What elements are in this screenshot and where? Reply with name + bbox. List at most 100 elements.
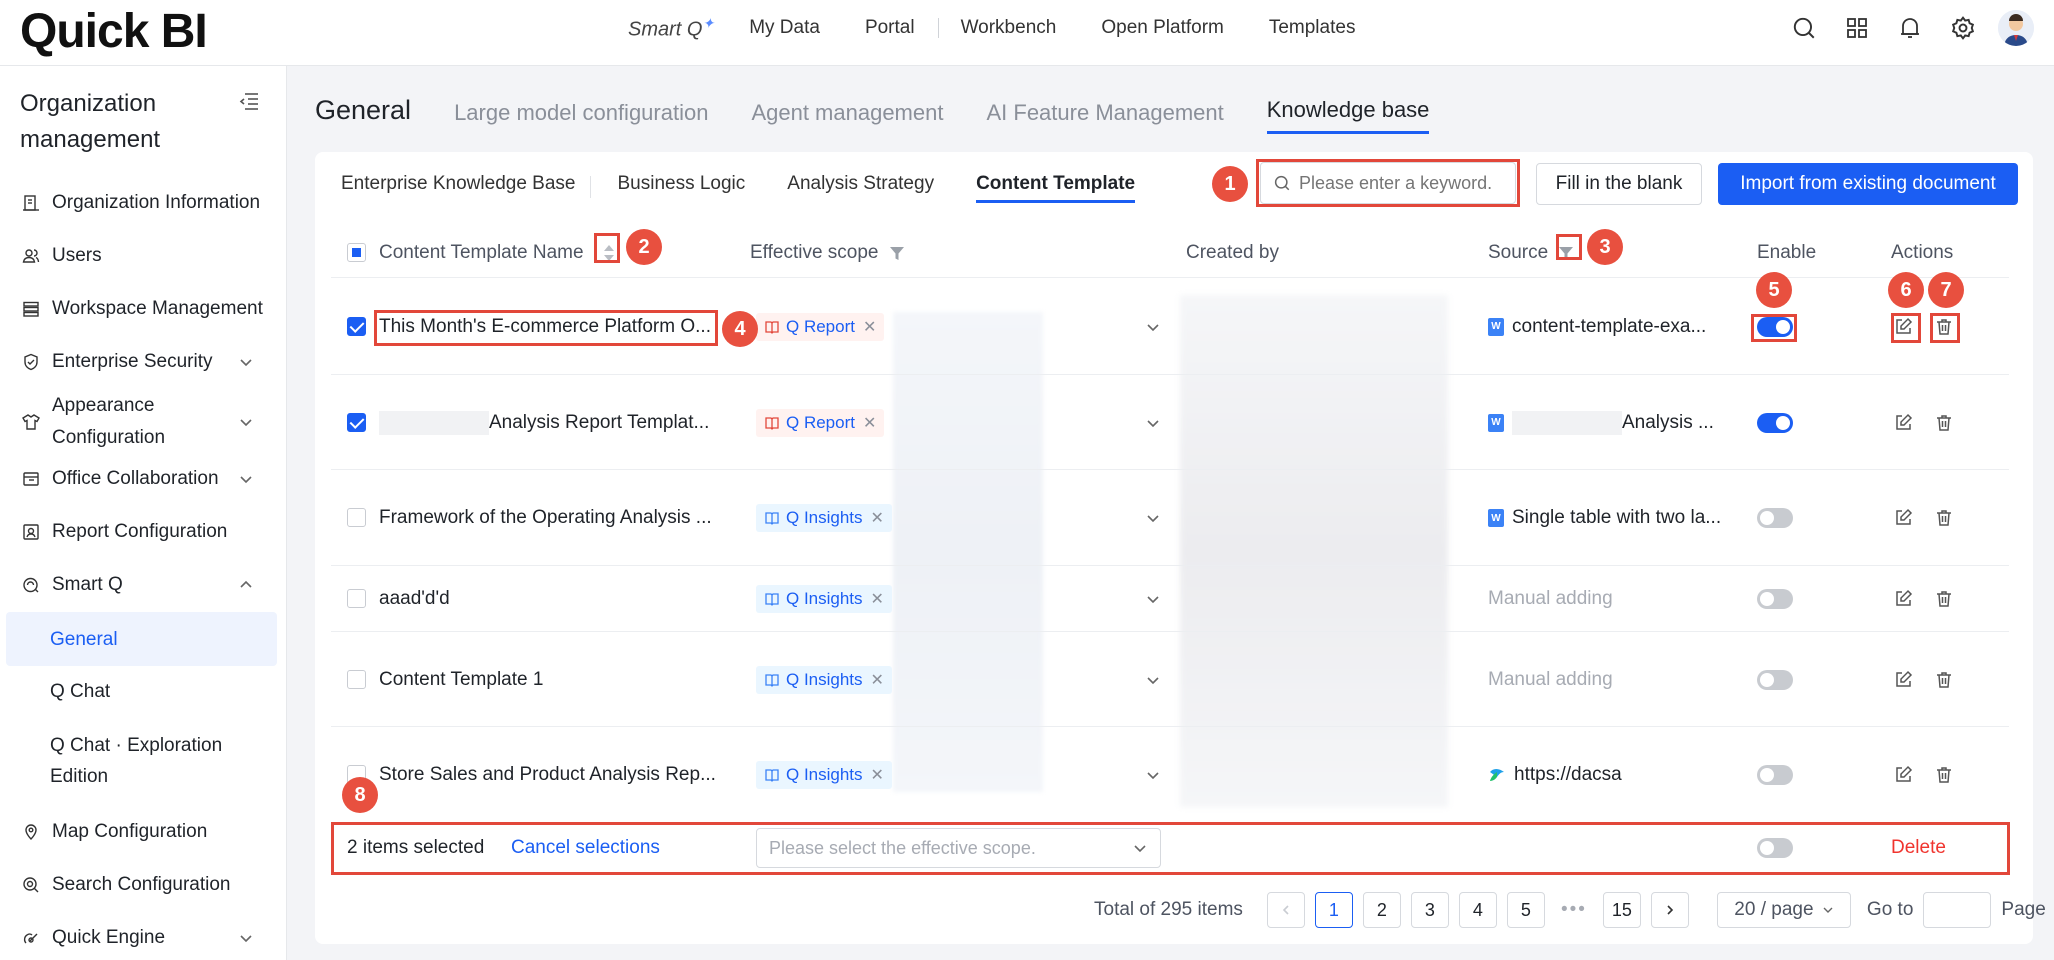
table-row[interactable]: Analysis Report Templat... Q Report ✕ W … bbox=[331, 376, 2009, 470]
template-name[interactable]: Framework of the Operating Analysis ... bbox=[379, 471, 712, 565]
sidebar-subitem-general[interactable]: General bbox=[6, 612, 277, 666]
sidebar-subitem-q-chat-exploration[interactable]: Q Chat · Exploration Edition bbox=[0, 730, 240, 792]
sidebar-item-map-configuration[interactable]: Map Configuration bbox=[0, 817, 287, 847]
chevron-down-icon[interactable] bbox=[238, 354, 254, 370]
gear-icon[interactable] bbox=[1945, 10, 1981, 46]
chevron-down-icon[interactable] bbox=[238, 930, 254, 946]
sidebar-item-workspace-management[interactable]: Workspace Management bbox=[0, 294, 287, 324]
select-all-checkbox[interactable] bbox=[347, 243, 366, 262]
search-icon[interactable] bbox=[1786, 10, 1822, 46]
tab-knowledge-base[interactable]: Knowledge base bbox=[1266, 97, 1430, 134]
trash-icon[interactable] bbox=[1934, 413, 1954, 433]
scope-dropdown-chevron[interactable] bbox=[1145, 567, 1161, 631]
nav-smart-q[interactable]: Smart Q✦ bbox=[628, 15, 714, 42]
enable-toggle[interactable] bbox=[1757, 765, 1793, 785]
effective-scope-select[interactable]: Please select the effective scope. bbox=[756, 828, 1161, 868]
template-name[interactable]: Analysis Report Templat... bbox=[489, 412, 709, 434]
table-row[interactable]: Content Template 1 Q Insights ✕ Manual a… bbox=[331, 633, 2009, 727]
nav-my-data[interactable]: My Data bbox=[749, 17, 820, 39]
subtab-analysis-strategy[interactable]: Analysis Strategy bbox=[773, 173, 962, 195]
cancel-selections-link[interactable]: Cancel selections bbox=[511, 837, 660, 859]
page-3[interactable]: 3 bbox=[1410, 892, 1449, 928]
page-2[interactable]: 2 bbox=[1362, 892, 1401, 928]
edit-icon[interactable] bbox=[1894, 317, 1914, 337]
subtab-enterprise-knowledge-base[interactable]: Enterprise Knowledge Base bbox=[341, 173, 603, 198]
row-checkbox[interactable] bbox=[347, 589, 366, 608]
filter-icon[interactable] bbox=[1558, 245, 1574, 261]
page-1[interactable]: 1 bbox=[1314, 892, 1353, 928]
tab-ai-feature-management[interactable]: AI Feature Management bbox=[986, 100, 1223, 134]
nav-portal[interactable]: Portal bbox=[865, 17, 915, 39]
row-checkbox[interactable] bbox=[347, 413, 366, 432]
enable-toggle[interactable] bbox=[1757, 316, 1793, 337]
chevron-down-icon[interactable] bbox=[238, 414, 254, 430]
scope-dropdown-chevron[interactable] bbox=[1145, 471, 1161, 565]
app-logo[interactable]: Quick BI bbox=[20, 4, 208, 59]
chevron-up-icon[interactable] bbox=[238, 577, 254, 593]
chevron-down-icon[interactable] bbox=[238, 471, 254, 487]
fill-in-the-blank-button[interactable]: Fill in the blank bbox=[1536, 163, 1702, 205]
sidebar-item-enterprise-security[interactable]: Enterprise Security bbox=[0, 347, 287, 377]
remove-tag-icon[interactable]: ✕ bbox=[871, 589, 884, 609]
scope-dropdown-chevron[interactable] bbox=[1145, 633, 1161, 726]
trash-icon[interactable] bbox=[1934, 589, 1954, 609]
sidebar-item-smart-q[interactable]: Smart Q bbox=[0, 570, 287, 600]
trash-icon[interactable] bbox=[1934, 317, 1954, 337]
row-checkbox[interactable] bbox=[347, 508, 366, 527]
apps-grid-icon[interactable] bbox=[1839, 10, 1875, 46]
enable-toggle[interactable] bbox=[1757, 508, 1793, 528]
bell-icon[interactable] bbox=[1892, 10, 1928, 46]
tab-agent-management[interactable]: Agent management bbox=[751, 100, 943, 134]
sidebar-item-users[interactable]: Users bbox=[0, 241, 287, 271]
nav-templates[interactable]: Templates bbox=[1269, 17, 1356, 39]
scope-dropdown-chevron[interactable] bbox=[1145, 279, 1161, 374]
subtab-content-template[interactable]: Content Template bbox=[962, 173, 1163, 203]
scope-dropdown-chevron[interactable] bbox=[1145, 376, 1161, 469]
sort-icon[interactable] bbox=[602, 242, 616, 264]
sidebar-subitem-q-chat[interactable]: Q Chat bbox=[0, 676, 287, 707]
nav-workbench[interactable]: Workbench bbox=[961, 17, 1057, 39]
table-row[interactable]: Framework of the Operating Analysis ... … bbox=[331, 471, 2009, 566]
page-5[interactable]: 5 bbox=[1506, 892, 1545, 928]
edit-icon[interactable] bbox=[1894, 413, 1914, 433]
template-name[interactable]: Store Sales and Product Analysis Rep... bbox=[379, 728, 716, 822]
subtab-business-logic[interactable]: Business Logic bbox=[603, 173, 773, 195]
row-checkbox[interactable] bbox=[347, 317, 366, 336]
batch-delete-button[interactable]: Delete bbox=[1891, 837, 1946, 859]
page-4[interactable]: 4 bbox=[1458, 892, 1497, 928]
table-row[interactable]: aaad'd'd Q Insights ✕ Manual adding bbox=[331, 567, 2009, 632]
prev-page-button[interactable] bbox=[1266, 892, 1305, 928]
scope-dropdown-chevron[interactable] bbox=[1145, 728, 1161, 822]
enable-toggle[interactable] bbox=[1757, 412, 1793, 433]
tab-large-model-configuration[interactable]: Large model configuration bbox=[454, 100, 708, 134]
batch-enable-toggle[interactable] bbox=[1757, 838, 1793, 858]
sidebar-item-report-configuration[interactable]: Report Configuration bbox=[0, 517, 287, 547]
trash-icon[interactable] bbox=[1934, 765, 1954, 785]
sidebar-item-office-collaboration[interactable]: Office Collaboration bbox=[0, 464, 287, 494]
user-avatar[interactable] bbox=[1998, 10, 2034, 46]
table-row[interactable]: Store Sales and Product Analysis Rep... … bbox=[331, 728, 2009, 822]
nav-open-platform[interactable]: Open Platform bbox=[1101, 17, 1224, 39]
enable-toggle[interactable] bbox=[1757, 589, 1793, 609]
remove-tag-icon[interactable]: ✕ bbox=[863, 413, 876, 433]
remove-tag-icon[interactable]: ✕ bbox=[871, 670, 884, 690]
remove-tag-icon[interactable]: ✕ bbox=[871, 508, 884, 528]
collapse-menu-icon[interactable] bbox=[238, 90, 260, 112]
edit-icon[interactable] bbox=[1894, 589, 1914, 609]
edit-icon[interactable] bbox=[1894, 508, 1914, 528]
sidebar-item-search-configuration[interactable]: Search Configuration bbox=[0, 870, 287, 900]
enable-toggle[interactable] bbox=[1757, 669, 1793, 690]
template-name[interactable]: aaad'd'd bbox=[379, 567, 450, 631]
remove-tag-icon[interactable]: ✕ bbox=[871, 765, 884, 785]
edit-icon[interactable] bbox=[1894, 765, 1914, 785]
remove-tag-icon[interactable]: ✕ bbox=[863, 317, 876, 337]
edit-icon[interactable] bbox=[1894, 670, 1914, 690]
import-document-button[interactable]: Import from existing document bbox=[1718, 163, 2018, 205]
sidebar-item-organization-information[interactable]: Organization Information bbox=[0, 188, 287, 218]
trash-icon[interactable] bbox=[1934, 508, 1954, 528]
page-size-select[interactable]: 20 / page bbox=[1716, 892, 1851, 928]
sidebar-item-quick-engine[interactable]: Quick Engine bbox=[0, 923, 287, 953]
search-input[interactable] bbox=[1299, 172, 1509, 194]
filter-icon[interactable] bbox=[889, 245, 905, 261]
sidebar-item-appearance-configuration[interactable]: Appearance Configuration bbox=[0, 390, 287, 454]
